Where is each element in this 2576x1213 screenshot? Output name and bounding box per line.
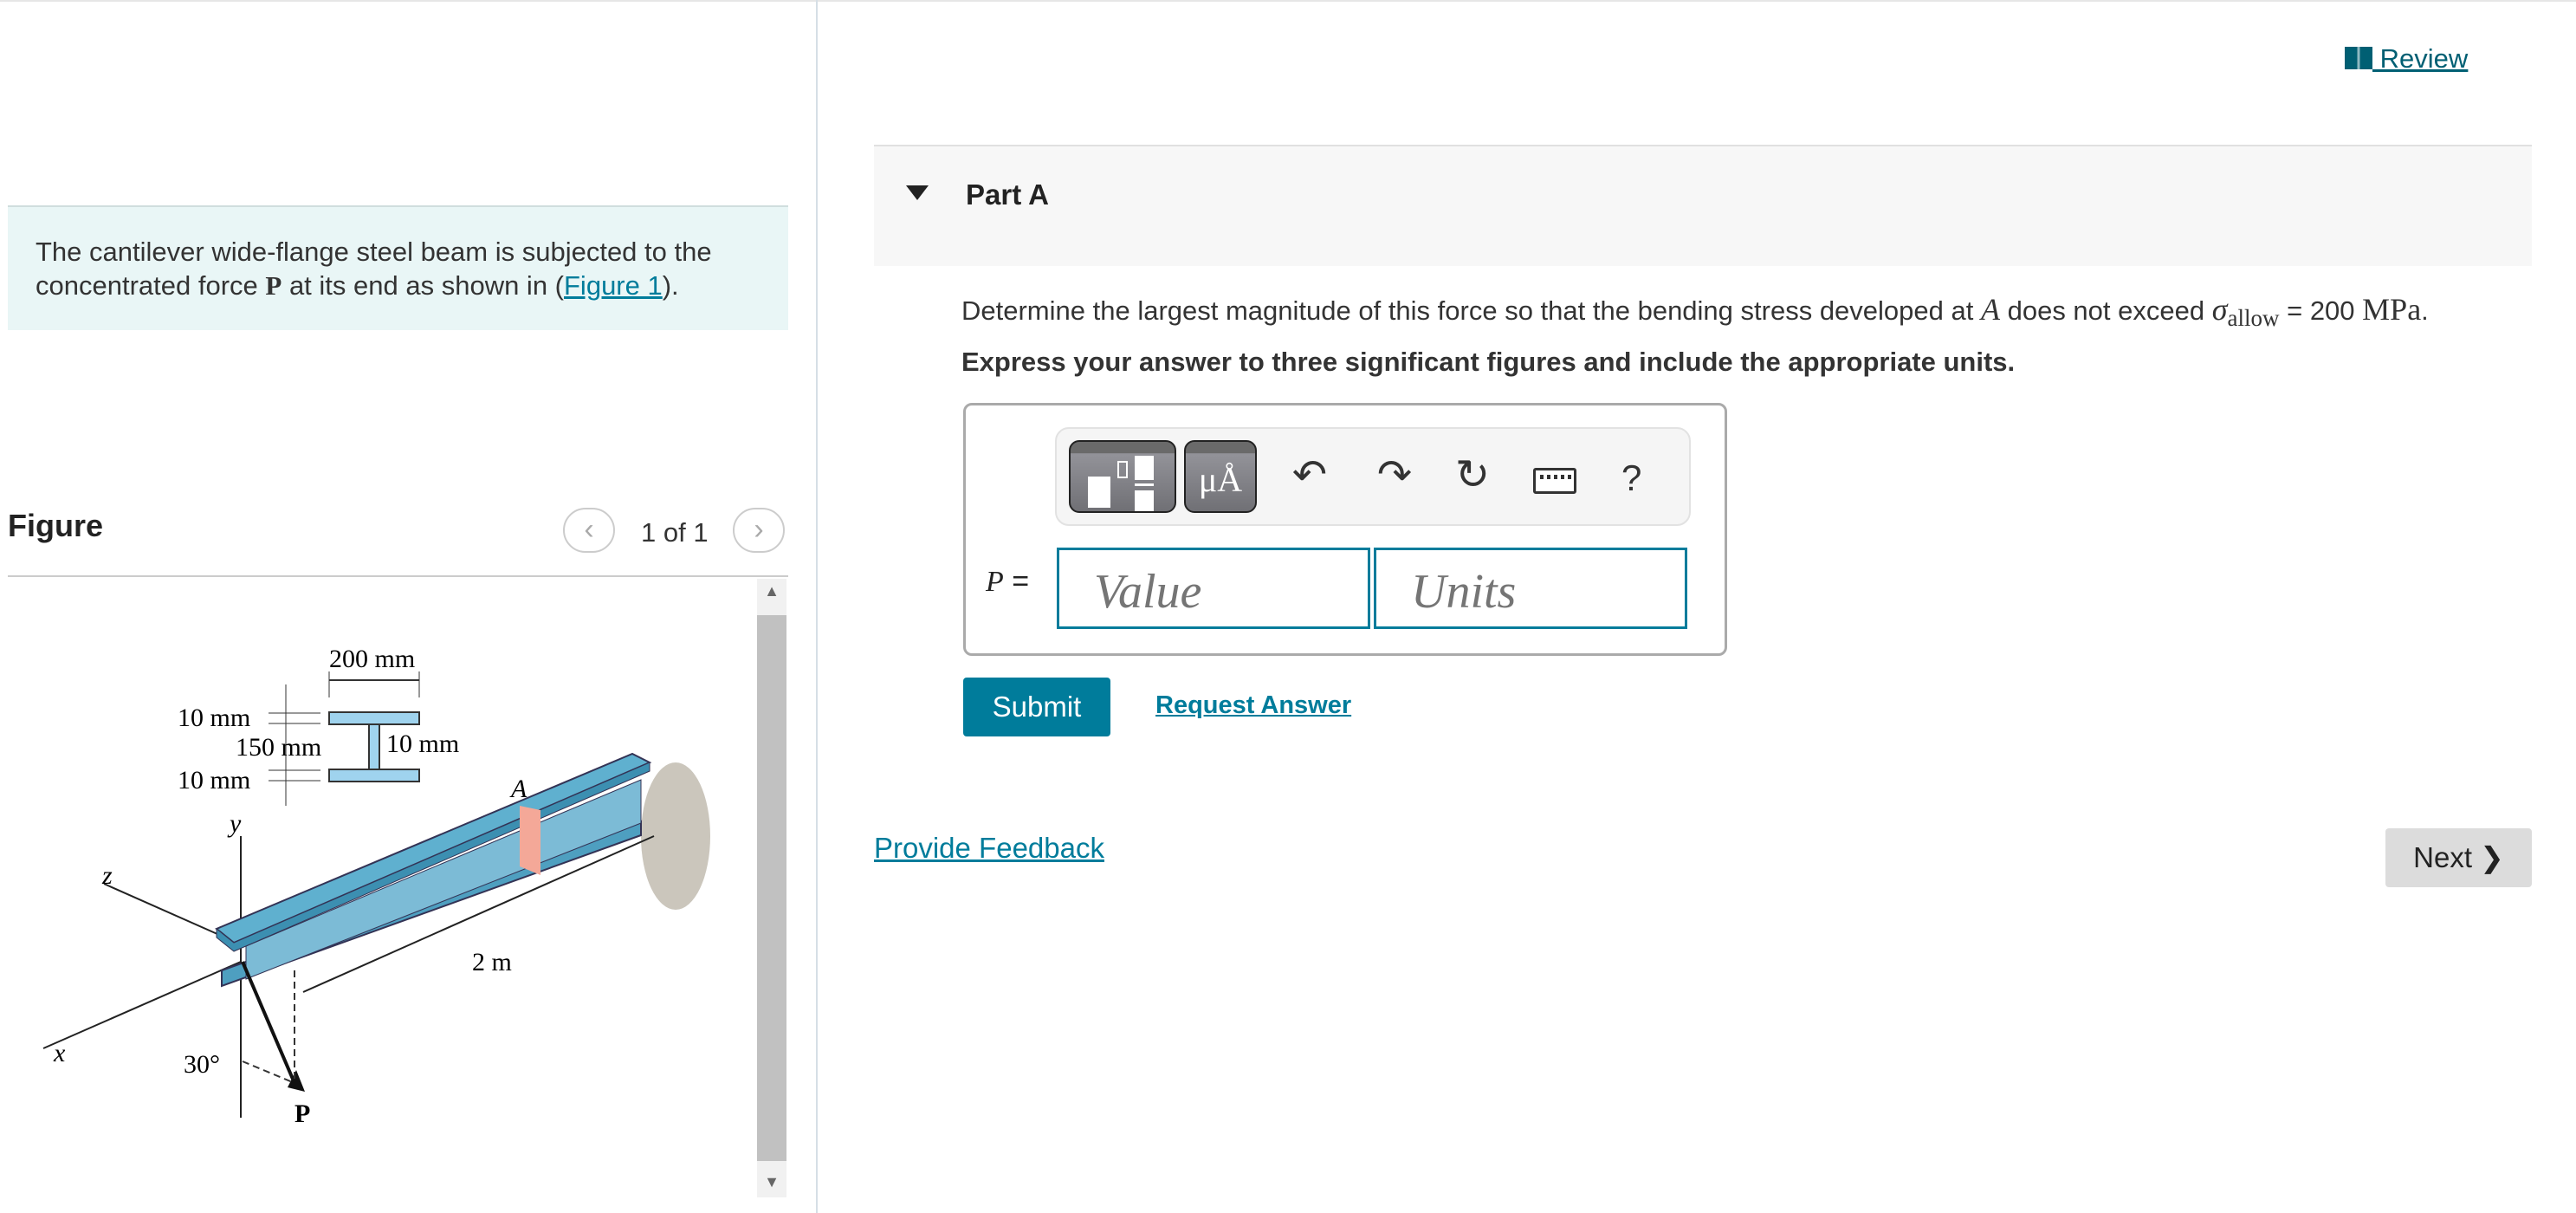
units-symbol-icon: μÅ <box>1198 460 1243 499</box>
sigma-subscript: allow <box>2227 305 2280 332</box>
beam <box>215 752 652 988</box>
q-text: = 200 <box>2279 295 2363 326</box>
keyboard-icon[interactable] <box>1533 468 1576 494</box>
equals: = <box>1003 565 1030 598</box>
force-symbol: P <box>265 270 282 301</box>
value-input[interactable] <box>1057 548 1370 629</box>
next-figure-button[interactable]: › <box>733 508 785 553</box>
figure-divider <box>8 575 788 577</box>
sigma-symbol: σ <box>2211 292 2228 327</box>
label-z: z <box>101 861 113 890</box>
label-length: 2 m <box>472 948 512 976</box>
undo-icon[interactable]: ↶ <box>1284 451 1336 499</box>
intro-text: at its end as shown in ( <box>282 270 564 301</box>
review-label: Review <box>2372 43 2469 74</box>
figure-pager: 1 of 1 <box>641 517 709 548</box>
book-icon <box>2345 47 2372 69</box>
chevron-left-icon: ‹ <box>584 513 594 546</box>
label-200mm: 200 mm <box>329 645 415 673</box>
force-arrow <box>241 961 296 1084</box>
unit: MPa <box>2362 292 2422 327</box>
request-answer-link[interactable]: Request Answer <box>1155 691 1351 720</box>
var-p: P <box>986 566 1004 598</box>
fraction-template-icon <box>1088 477 1110 508</box>
wall <box>641 762 710 910</box>
figure-title: Figure <box>8 508 104 543</box>
collapse-triangle-icon[interactable] <box>906 185 929 200</box>
q-text: . <box>2421 295 2429 326</box>
question-text: Determine the largest magnitude of this … <box>961 291 2429 332</box>
beam-figure: 200 mm 10 mm 150 mm 10 mm 10 mm y z x A … <box>42 645 710 1128</box>
chevron-right-icon: › <box>754 513 764 546</box>
label-flange-top: 10 mm <box>178 704 250 732</box>
x-axis <box>42 961 242 1049</box>
reset-icon[interactable]: ↻ <box>1447 451 1498 499</box>
next-button[interactable]: Next ❯ <box>2385 828 2532 887</box>
label-x: x <box>53 1039 66 1067</box>
label-web-thickness: 10 mm <box>386 730 459 758</box>
label-flange-bottom: 10 mm <box>178 766 250 795</box>
panel-divider <box>816 0 818 1213</box>
q-text: Determine the largest magnitude of this … <box>961 295 1981 326</box>
scroll-down-arrow-icon[interactable]: ▼ <box>757 1173 786 1191</box>
label-web-height: 150 mm <box>236 733 321 762</box>
review-link[interactable]: Review <box>2345 43 2468 75</box>
units-input[interactable] <box>1374 548 1687 629</box>
part-a-title: Part A <box>966 178 1049 211</box>
problem-intro: The cantilever wide-flange steel beam is… <box>8 205 788 330</box>
label-p: P <box>294 1099 310 1128</box>
label-a: A <box>509 775 527 803</box>
figure-link[interactable]: Figure 1 <box>564 270 663 301</box>
provide-feedback-link[interactable]: Provide Feedback <box>874 832 1104 865</box>
redo-icon[interactable]: ↷ <box>1369 451 1421 499</box>
part-a-header[interactable] <box>874 145 2532 266</box>
q-text: does not exceed <box>1999 295 2212 326</box>
scroll-up-arrow-icon[interactable]: ▲ <box>757 582 786 600</box>
label-angle: 30° <box>184 1050 220 1079</box>
top-border <box>0 0 2576 2</box>
submit-button[interactable]: Submit <box>963 678 1110 736</box>
answer-label: P = <box>986 565 1029 599</box>
intro-text: ). <box>662 270 679 301</box>
scrollbar-thumb[interactable] <box>757 615 786 1161</box>
label-y: y <box>227 809 242 838</box>
help-icon[interactable]: ? <box>1621 457 1641 499</box>
section-a-cut <box>520 806 540 875</box>
instruction-text: Express your answer to three significant… <box>961 347 2016 377</box>
templates-button[interactable] <box>1069 440 1176 513</box>
point-a: A <box>1980 292 2000 327</box>
prev-figure-button[interactable]: ‹ <box>563 508 615 553</box>
units-button[interactable]: μÅ <box>1184 440 1257 513</box>
